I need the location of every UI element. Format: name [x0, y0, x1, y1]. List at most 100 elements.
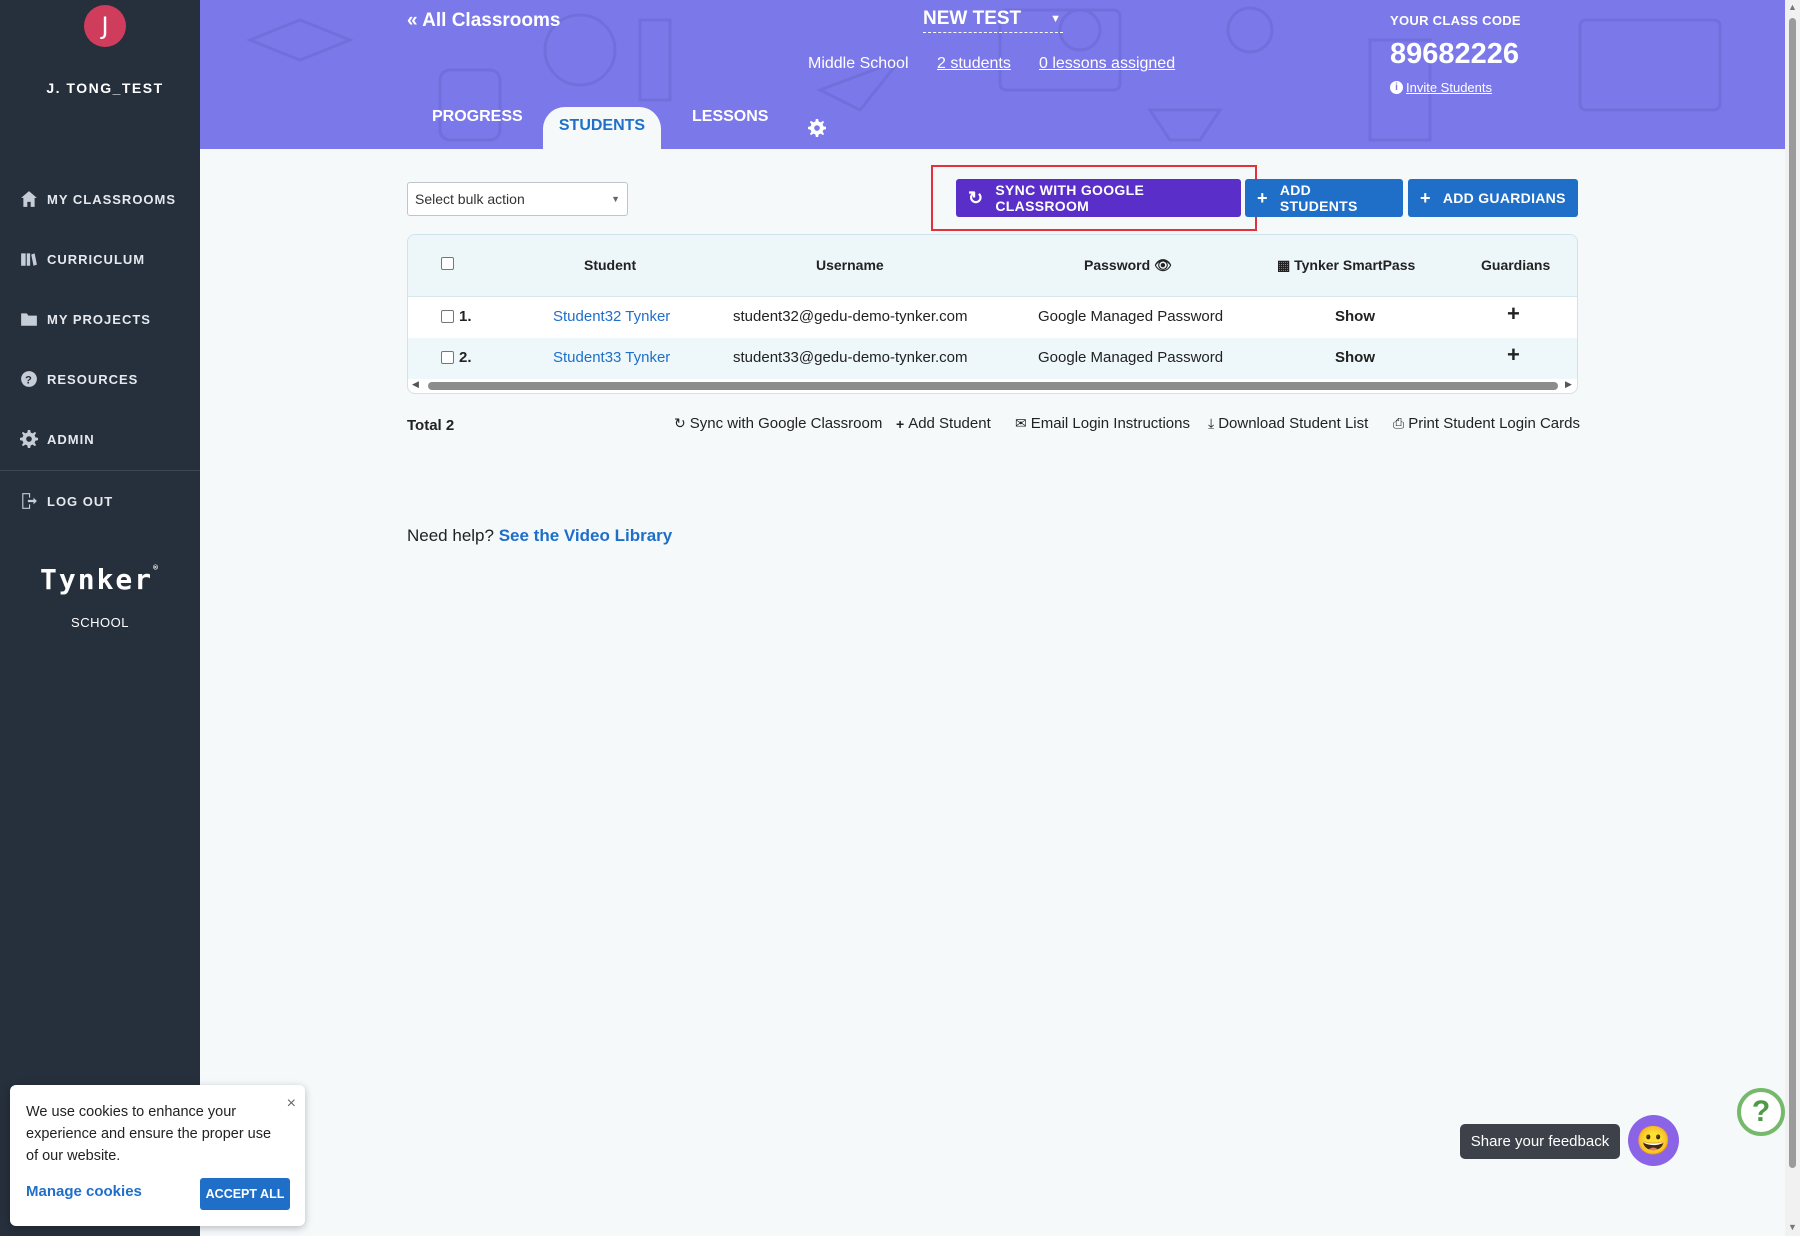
sync-google-classroom-link[interactable]: ↻ Sync with Google Classroom: [674, 415, 882, 432]
tynker-logo[interactable]: Tynker®: [40, 563, 160, 596]
classroom-name: NEW TEST: [923, 8, 1022, 29]
row-checkbox[interactable]: [441, 351, 454, 364]
add-students-button[interactable]: + ADD STUDENTS: [1245, 179, 1403, 217]
password-cell: Google Managed Password: [1038, 349, 1224, 366]
row-number: 2.: [459, 349, 472, 366]
column-header-student[interactable]: Student: [584, 257, 636, 273]
row-number: 1.: [459, 308, 472, 325]
tab-lessons[interactable]: LESSONS: [692, 108, 768, 126]
select-all-checkbox[interactable]: [441, 257, 454, 270]
smartpass-show-link[interactable]: Show: [1335, 308, 1375, 325]
folder-icon: [21, 313, 37, 326]
scroll-up-icon[interactable]: ▲: [1788, 2, 1797, 12]
envelope-icon: ✉: [1015, 415, 1027, 431]
help-question-icon[interactable]: ?: [1737, 1088, 1785, 1136]
manage-cookies-link[interactable]: Manage cookies: [26, 1183, 142, 1200]
cookie-banner: We use cookies to enhance your experienc…: [10, 1085, 305, 1226]
lessons-assigned-link[interactable]: 0 lessons assigned: [1039, 55, 1175, 73]
classroom-selector[interactable]: NEW TEST ▼: [923, 8, 1063, 33]
total-count: Total 2: [407, 417, 455, 434]
add-guardians-button[interactable]: + ADD GUARDIANS: [1408, 179, 1578, 217]
table-horizontal-scrollbar[interactable]: ◀ ▶: [410, 379, 1575, 391]
sidebar: J J. TONG_TEST MY CLASSROOMS CURRICULUM …: [0, 0, 200, 1236]
video-library-link[interactable]: See the Video Library: [499, 526, 673, 545]
sync-google-classroom-button[interactable]: ↻ SYNC WITH GOOGLE CLASSROOM: [956, 179, 1241, 217]
close-icon[interactable]: ×: [287, 1095, 296, 1113]
home-icon: [21, 191, 37, 207]
plus-icon: +: [1420, 187, 1431, 208]
page-scrollbar[interactable]: ▲ ▼: [1785, 0, 1800, 1236]
sidebar-item-curriculum[interactable]: CURRICULUM: [20, 250, 145, 268]
classroom-header: « All Classrooms NEW TEST ▼ Middle Schoo…: [200, 0, 1785, 149]
plus-icon: +: [896, 415, 905, 432]
class-code-label: YOUR CLASS CODE: [1390, 13, 1521, 28]
password-cell: Google Managed Password: [1038, 308, 1224, 325]
logout-icon: [22, 493, 37, 509]
sidebar-item-label: MY CLASSROOMS: [47, 191, 177, 207]
question-icon: ?: [21, 371, 37, 387]
username-cell: student32@gedu-demo-tynker.com: [733, 308, 968, 325]
print-login-cards-link[interactable]: ⎙ Print Student Login Cards: [1393, 415, 1580, 432]
refresh-icon: ↻: [968, 187, 984, 208]
add-student-link[interactable]: + Add Student: [896, 415, 991, 432]
download-student-list-link[interactable]: ⤓ Download Student List: [1208, 415, 1368, 432]
class-code: 89682226: [1390, 38, 1520, 70]
accept-all-button[interactable]: ACCEPT ALL: [200, 1178, 290, 1210]
tab-students[interactable]: STUDENTS: [543, 107, 661, 149]
logo-subtitle: SCHOOL: [71, 615, 129, 630]
grade-level: Middle School: [808, 55, 909, 72]
table-row: 2. Student33 Tynker student33@gedu-demo-…: [408, 338, 1577, 379]
table-header: Student Username Password 👁 ▦ Tynker Sma…: [408, 235, 1577, 297]
student-name-link[interactable]: Student32 Tynker: [553, 308, 670, 325]
sidebar-item-admin[interactable]: ADMIN: [20, 430, 95, 448]
smartpass-show-link[interactable]: Show: [1335, 349, 1375, 366]
caret-down-icon: ▼: [1050, 13, 1061, 25]
add-guardian-plus-icon[interactable]: +: [1507, 342, 1520, 368]
help-text: Need help? See the Video Library: [407, 526, 673, 545]
sidebar-item-label: ADMIN: [47, 431, 95, 447]
scrollbar-thumb[interactable]: [428, 382, 1558, 390]
students-count-link[interactable]: 2 students: [937, 55, 1011, 73]
all-classrooms-link[interactable]: « All Classrooms: [407, 10, 560, 32]
avatar[interactable]: J: [84, 5, 126, 47]
download-icon: ⤓: [1208, 415, 1215, 431]
sidebar-item-log-out[interactable]: LOG OUT: [20, 492, 113, 510]
smiley-feedback-icon[interactable]: 😀: [1628, 1115, 1679, 1166]
column-header-password[interactable]: Password 👁: [1084, 257, 1172, 274]
info-icon: i: [1390, 81, 1403, 94]
sidebar-item-label: CURRICULUM: [47, 251, 146, 267]
svg-text:?: ?: [25, 375, 33, 387]
caret-down-icon: ▼: [611, 194, 620, 204]
username-cell: student33@gedu-demo-tynker.com: [733, 349, 968, 366]
sidebar-item-my-projects[interactable]: MY PROJECTS: [20, 310, 151, 328]
gear-icon: [20, 430, 38, 448]
scroll-left-icon[interactable]: ◀: [412, 379, 419, 390]
sidebar-item-label: MY PROJECTS: [47, 311, 151, 327]
scroll-right-icon[interactable]: ▶: [1565, 379, 1572, 390]
scrollbar-thumb[interactable]: [1789, 18, 1796, 1168]
row-checkbox[interactable]: [441, 310, 454, 323]
sidebar-username: J. TONG_TEST: [46, 80, 164, 96]
plus-icon: +: [1257, 187, 1268, 208]
eye-icon[interactable]: 👁: [1154, 257, 1172, 273]
scroll-down-icon[interactable]: ▼: [1788, 1222, 1797, 1232]
table-row: 1. Student32 Tynker student32@gedu-demo-…: [408, 297, 1577, 338]
column-header-username[interactable]: Username: [816, 257, 884, 273]
column-header-smartpass[interactable]: ▦ Tynker SmartPass: [1277, 257, 1415, 274]
sidebar-item-resources[interactable]: ? RESOURCES: [20, 370, 138, 388]
student-name-link[interactable]: Student33 Tynker: [553, 349, 670, 366]
tab-progress[interactable]: PROGRESS: [432, 108, 523, 126]
qr-code-icon: ▦: [1277, 257, 1291, 273]
column-header-guardians[interactable]: Guardians: [1481, 257, 1550, 273]
feedback-tooltip: Share your feedback: [1460, 1124, 1620, 1159]
invite-students-link[interactable]: i Invite Students: [1390, 80, 1492, 95]
divider: [0, 470, 200, 471]
sidebar-item-label: LOG OUT: [47, 493, 114, 509]
bulk-action-select[interactable]: Select bulk action ▼: [407, 182, 628, 216]
settings-gear-icon[interactable]: [808, 119, 826, 137]
sidebar-item-my-classrooms[interactable]: MY CLASSROOMS: [20, 190, 176, 208]
cookie-message: We use cookies to enhance your experienc…: [26, 1104, 272, 1164]
email-login-instructions-link[interactable]: ✉ Email Login Instructions: [1015, 415, 1190, 432]
add-guardian-plus-icon[interactable]: +: [1507, 301, 1520, 327]
refresh-icon: ↻: [674, 415, 686, 431]
